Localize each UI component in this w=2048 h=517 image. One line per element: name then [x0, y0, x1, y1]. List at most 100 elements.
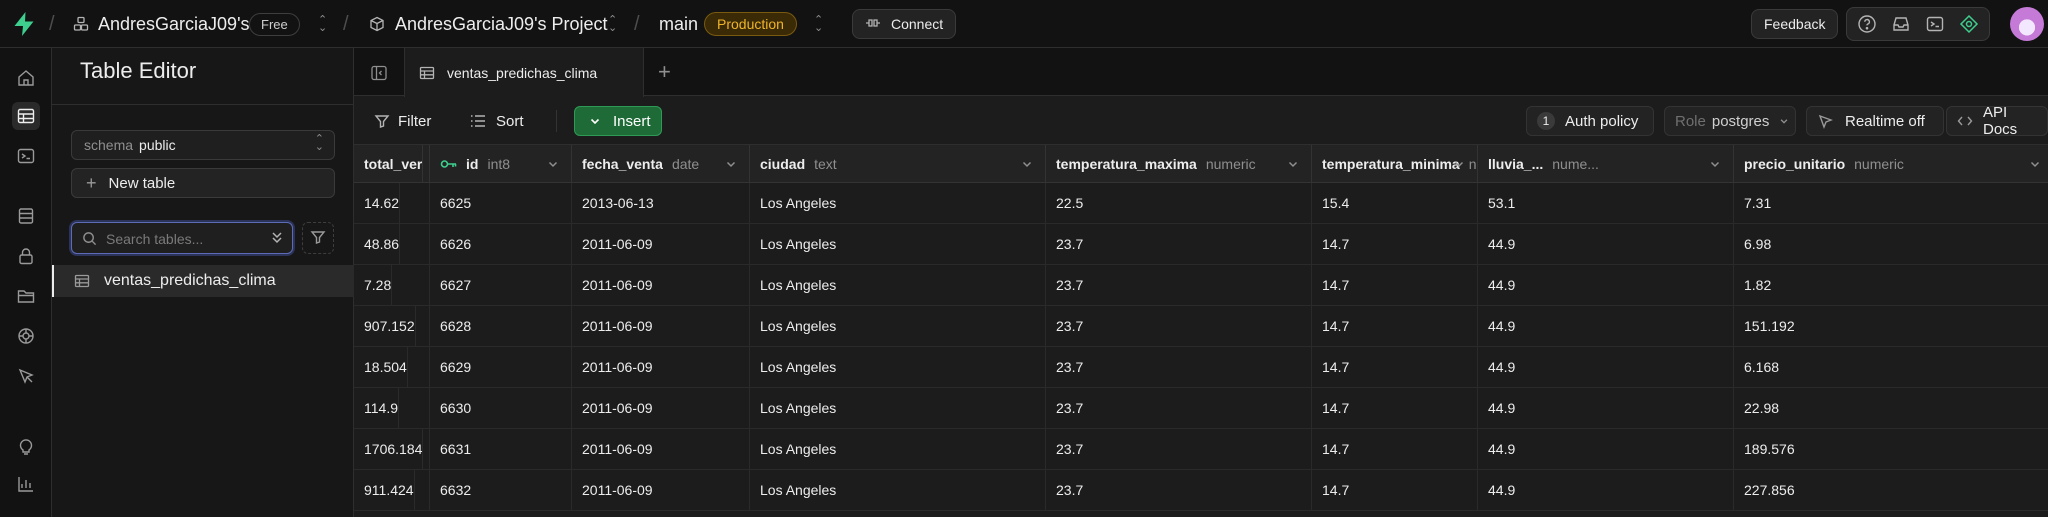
table-cell[interactable]: 53.1 — [1478, 183, 1734, 224]
table-cell[interactable]: 2011-06-09 — [572, 388, 750, 429]
table-cell[interactable]: 6626 — [430, 224, 572, 265]
table-cell[interactable]: 6632 — [430, 470, 572, 511]
search-tables-input[interactable] — [104, 229, 258, 249]
table-cell[interactable]: 151.192 — [1734, 306, 2048, 347]
table-cell[interactable]: Los Angeles — [750, 429, 1046, 470]
table-cell[interactable]: 6630 — [430, 388, 572, 429]
supabase-logo-icon[interactable] — [12, 0, 36, 48]
realtime-icon[interactable] — [12, 322, 40, 350]
table-cell[interactable]: 22.98 — [1734, 388, 2048, 429]
org-name[interactable]: AndresGarciaJ09's — [98, 0, 250, 48]
table-cell[interactable]: 14.62 — [354, 183, 401, 224]
table-cell[interactable]: Los Angeles — [750, 183, 1046, 224]
table-cell[interactable]: 44.9 — [1478, 429, 1734, 470]
project-name[interactable]: AndresGarciaJ09's Project — [395, 0, 608, 48]
database-icon[interactable] — [12, 202, 40, 230]
table-cell[interactable]: 1706.184 — [354, 429, 424, 470]
terminal-icon[interactable] — [1921, 14, 1949, 34]
sidebar-table-item[interactable]: ventas_predichas_clima — [52, 265, 354, 297]
table-cell[interactable]: 907.152 — [354, 306, 416, 347]
table-cell[interactable]: 44.9 — [1478, 306, 1734, 347]
table-cell[interactable]: 2011-06-09 — [572, 265, 750, 306]
table-cell[interactable]: 2011-06-09 — [572, 306, 750, 347]
table-cell[interactable]: Los Angeles — [750, 347, 1046, 388]
table-cell[interactable]: 22.5 — [1046, 183, 1312, 224]
table-cell[interactable]: 189.576 — [1734, 429, 2048, 470]
column-header[interactable]: precio_unitario numeric — [1734, 145, 2048, 183]
edge-functions-icon[interactable] — [12, 362, 40, 390]
table-cell[interactable]: 7.28 — [354, 265, 393, 306]
inbox-icon[interactable] — [1887, 14, 1915, 34]
table-cell[interactable]: 2011-06-09 — [572, 224, 750, 265]
table-cell[interactable]: 2011-06-09 — [572, 347, 750, 388]
table-cell[interactable]: 44.9 — [1478, 388, 1734, 429]
api-docs-button[interactable]: API Docs — [1946, 104, 2048, 138]
table-cell[interactable]: 44.9 — [1478, 265, 1734, 306]
table-cell[interactable]: Los Angeles — [750, 265, 1046, 306]
tab-ventas-predichas-clima[interactable]: ventas_predichas_clima — [404, 48, 644, 97]
column-header[interactable]: fecha_venta date — [572, 145, 750, 183]
branch-name[interactable]: main — [659, 0, 698, 48]
sort-button[interactable]: Sort — [470, 106, 524, 136]
column-menu-chevron-icon[interactable] — [2029, 157, 2041, 173]
table-cell[interactable]: 6629 — [430, 347, 572, 388]
column-menu-chevron-icon[interactable] — [1287, 157, 1299, 173]
table-cell[interactable]: 911.424 — [354, 470, 415, 511]
user-avatar[interactable] — [2010, 7, 2044, 41]
table-cell[interactable]: 18.504 — [354, 347, 408, 388]
schema-selector[interactable]: schema public ⌃ ⌄ — [71, 130, 335, 160]
filter-tables-button[interactable] — [302, 222, 334, 254]
table-editor-icon[interactable] — [12, 102, 40, 130]
table-cell[interactable]: 14.7 — [1312, 470, 1478, 511]
table-cell[interactable]: Los Angeles — [750, 388, 1046, 429]
table-cell[interactable]: 14.7 — [1312, 388, 1478, 429]
table-cell[interactable]: 23.7 — [1046, 388, 1312, 429]
table-cell[interactable]: 6.168 — [1734, 347, 2048, 388]
column-header[interactable]: lluvia_... nume... — [1478, 145, 1734, 183]
realtime-toggle-button[interactable]: Realtime off — [1806, 106, 1944, 136]
org-switcher-chevron-icon[interactable]: ⌃ ⌄ — [318, 0, 327, 48]
toggle-sidebar-icon[interactable] — [370, 64, 388, 85]
table-cell[interactable]: 23.7 — [1046, 306, 1312, 347]
table-cell[interactable]: 6.98 — [1734, 224, 2048, 265]
column-menu-chevron-icon[interactable] — [725, 157, 737, 173]
column-menu-chevron-icon[interactable] — [1021, 157, 1033, 173]
table-cell[interactable]: 6625 — [430, 183, 572, 224]
search-tables-field[interactable] — [71, 222, 293, 254]
column-header[interactable]: ciudad text — [750, 145, 1046, 183]
table-cell[interactable]: 6628 — [430, 306, 572, 347]
table-cell[interactable]: 23.7 — [1046, 265, 1312, 306]
advisors-lightbulb-icon[interactable] — [12, 432, 40, 460]
auth-lock-icon[interactable] — [12, 242, 40, 270]
table-cell[interactable]: 15.4 — [1312, 183, 1478, 224]
table-cell[interactable]: 14.7 — [1312, 306, 1478, 347]
table-cell[interactable]: Los Angeles — [750, 470, 1046, 511]
table-cell[interactable]: 23.7 — [1046, 429, 1312, 470]
table-cell[interactable]: 44.9 — [1478, 224, 1734, 265]
reports-chart-icon[interactable] — [12, 470, 40, 498]
new-tab-plus-icon[interactable]: + — [658, 59, 671, 85]
table-cell[interactable]: 227.856 — [1734, 470, 2048, 511]
table-cell[interactable]: 44.9 — [1478, 470, 1734, 511]
table-cell[interactable]: 23.7 — [1046, 224, 1312, 265]
table-cell[interactable]: 2011-06-09 — [572, 429, 750, 470]
table-cell[interactable]: 23.7 — [1046, 470, 1312, 511]
column-header[interactable]: id int8 — [430, 145, 572, 183]
collapse-chevrons-icon[interactable] — [270, 229, 284, 248]
auth-policy-button[interactable]: 1 Auth policy — [1526, 106, 1654, 136]
table-cell[interactable]: 2013-06-13 — [572, 183, 750, 224]
home-icon[interactable] — [12, 64, 40, 92]
feedback-button[interactable]: Feedback — [1751, 9, 1839, 39]
branch-switcher-chevron-icon[interactable]: ⌃ ⌄ — [814, 0, 823, 48]
table-cell[interactable]: 23.7 — [1046, 347, 1312, 388]
advisor-icon[interactable] — [1955, 14, 1983, 34]
table-cell[interactable]: 14.7 — [1312, 429, 1478, 470]
table-cell[interactable]: 6627 — [430, 265, 572, 306]
sql-editor-icon[interactable] — [12, 142, 40, 170]
project-switcher-chevron-icon[interactable]: ⌃ ⌄ — [608, 0, 617, 48]
filter-button[interactable]: Filter — [374, 106, 431, 136]
connect-button[interactable]: Connect — [852, 9, 957, 39]
column-menu-chevron-icon[interactable] — [1453, 157, 1465, 173]
table-cell[interactable]: 7.31 — [1734, 183, 2048, 224]
new-table-button[interactable]: + New table — [71, 168, 335, 198]
